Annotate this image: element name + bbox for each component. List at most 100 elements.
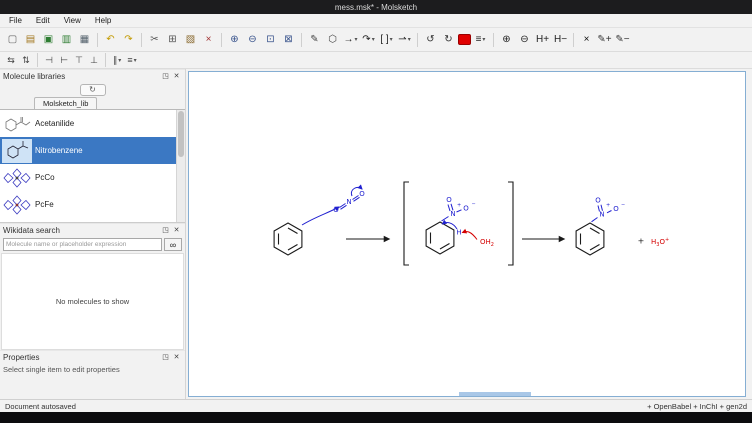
dropdown-caret-icon[interactable]: ▾ <box>372 36 375 43</box>
undo-icon[interactable]: ↶ <box>102 31 119 48</box>
menu-edit[interactable]: Edit <box>29 14 57 27</box>
float-panel-button[interactable]: ◳ <box>160 225 171 236</box>
curved-attack-arrow[interactable] <box>302 207 339 225</box>
align-top-icon[interactable]: ⊤ <box>72 54 86 67</box>
remove-hydrogen-icon[interactable]: H− <box>552 31 569 48</box>
trash-icon[interactable]: × <box>200 31 217 48</box>
menu-help[interactable]: Help <box>88 14 118 27</box>
dropdown-caret-icon[interactable]: ▾ <box>390 36 393 43</box>
curved-deprotonation-arrow <box>463 232 478 240</box>
zoom-reset-icon[interactable]: ⊠ <box>280 31 297 48</box>
atom-label-n: N <box>599 211 604 219</box>
library-item-label: Acetanilide <box>35 119 74 128</box>
redo-icon[interactable]: ↷ <box>120 31 137 48</box>
dropdown-caret-icon[interactable]: ▾ <box>354 36 357 43</box>
nitronium-ion[interactable]: O N O <box>333 187 365 214</box>
library-list-scrollbar[interactable] <box>176 110 185 222</box>
reaction-arrow-tool-icon[interactable]: →▾ <box>342 31 359 48</box>
zoom-fit-icon[interactable]: ⊡ <box>262 31 279 48</box>
align-left-icon[interactable]: ⊣ <box>42 54 56 67</box>
charge-plus-icon[interactable]: ⊕ <box>498 31 515 48</box>
align-right-icon[interactable]: ⊢ <box>57 54 71 67</box>
distribute-vertical-icon[interactable]: ≡▾ <box>125 54 139 67</box>
wikidata-search-input[interactable] <box>3 238 162 251</box>
copy-icon[interactable]: ⊞ <box>164 31 181 48</box>
benzene-molecule[interactable] <box>274 223 302 255</box>
refresh-libraries-button[interactable]: ↻ <box>80 84 106 96</box>
atom-label-n: N <box>450 210 455 218</box>
arenium-intermediate[interactable]: N + O O − H <box>426 196 476 254</box>
close-panel-button[interactable]: ✕ <box>171 352 182 363</box>
curved-arrow-tool-icon[interactable]: ↷▾ <box>360 31 377 48</box>
print-icon[interactable]: ▦ <box>76 31 93 48</box>
flip-vertical-icon[interactable]: ⇅ <box>19 54 33 67</box>
color-picker-swatch[interactable] <box>458 34 471 45</box>
menu-file[interactable]: File <box>2 14 29 27</box>
canvas-area: O N O <box>186 69 752 399</box>
open-file-icon[interactable]: ▤ <box>22 31 39 48</box>
add-hydrogen-icon[interactable]: H+ <box>534 31 551 48</box>
rotate-cw-icon[interactable]: ↻ <box>440 31 457 48</box>
horizontal-scrollbar-thumb[interactable] <box>459 392 531 396</box>
left-bracket[interactable] <box>404 182 409 265</box>
close-panel-button[interactable]: ✕ <box>171 71 182 82</box>
flip-horizontal-icon[interactable]: ⇆ <box>4 54 18 67</box>
dropdown-caret-icon[interactable]: ▾ <box>118 57 121 64</box>
hydronium-label: H3O+ <box>651 237 669 248</box>
zoom-in-icon[interactable]: ⊕ <box>226 31 243 48</box>
toolbar-separator <box>97 33 98 47</box>
bracket-tool-icon[interactable]: [ ]▾ <box>378 31 395 48</box>
toolbar-separator <box>37 53 38 67</box>
increase-charge-icon[interactable]: ✎+ <box>596 31 613 48</box>
dropdown-caret-icon[interactable]: ▾ <box>408 36 411 43</box>
library-item-acetanilide[interactable]: Acetanilide <box>0 110 185 137</box>
oh2-label: OH2 <box>480 238 494 248</box>
tab-molsketch-lib[interactable]: Molsketch_lib <box>34 97 97 109</box>
window-titlebar[interactable]: mess.msk* - Molsketch <box>0 0 752 14</box>
main-toolbar: ▢▤▣▥▦↶↷✂⊞▧×⊕⊖⊡⊠✎⬡→▾↷▾[ ]▾⇀▾↺↻≡▾⊕⊖H+H−×✎+… <box>0 28 752 52</box>
save-as-icon[interactable]: ▥ <box>58 31 75 48</box>
library-item-pcco[interactable]: PcCo <box>0 164 185 191</box>
dropdown-caret-icon[interactable]: ▾ <box>134 57 137 64</box>
toolbar-separator <box>493 33 494 47</box>
window-title: mess.msk* - Molsketch <box>335 3 417 12</box>
cut-icon[interactable]: ✂ <box>146 31 163 48</box>
toolbar-separator <box>105 53 106 67</box>
line-width-icon[interactable]: ≡▾ <box>472 31 489 48</box>
rotate-ccw-icon[interactable]: ↺ <box>422 31 439 48</box>
library-item-pcfe[interactable]: PcFe <box>0 191 185 218</box>
charge-plus-label: + <box>457 203 461 209</box>
drawing-canvas[interactable]: O N O <box>188 71 746 397</box>
dock-title-wikidata: Wikidata search <box>3 226 160 235</box>
save-icon[interactable]: ▣ <box>40 31 57 48</box>
water-nucleophile[interactable]: OH2 <box>463 232 494 248</box>
mechanism-arrow-tool-icon[interactable]: ⇀▾ <box>396 31 413 48</box>
distribute-horizontal-icon[interactable]: ∥▾ <box>110 54 124 67</box>
paste-icon[interactable]: ▧ <box>182 31 199 48</box>
nitrobenzene-product[interactable]: N + O O − <box>576 197 625 256</box>
hydronium-product[interactable]: H3O+ <box>651 237 669 248</box>
scrollbar-thumb[interactable] <box>178 111 184 157</box>
float-panel-button[interactable]: ◳ <box>160 352 171 363</box>
close-panel-button[interactable]: ✕ <box>171 225 182 236</box>
draw-tool-icon[interactable]: ✎ <box>306 31 323 48</box>
decrease-charge-icon[interactable]: ✎− <box>614 31 631 48</box>
dropdown-caret-icon[interactable]: ▾ <box>482 36 485 43</box>
dock-title-libraries: Molecule libraries <box>3 72 160 81</box>
molecule-thumbnail <box>2 112 32 136</box>
charge-minus-icon[interactable]: ⊖ <box>516 31 533 48</box>
search-button[interactable]: ∞ <box>164 238 182 251</box>
zoom-out-icon[interactable]: ⊖ <box>244 31 261 48</box>
align-bottom-icon[interactable]: ⊥ <box>87 54 101 67</box>
library-item-nitrobenzene[interactable]: Nitrobenzene <box>0 137 185 164</box>
charge-plus-label: + <box>606 203 610 209</box>
ring-tool-icon[interactable]: ⬡ <box>324 31 341 48</box>
properties-empty-area <box>0 376 185 399</box>
toolbar-separator <box>141 33 142 47</box>
right-bracket[interactable] <box>508 182 513 265</box>
menu-view[interactable]: View <box>57 14 88 27</box>
new-document-icon[interactable]: ▢ <box>4 31 21 48</box>
empty-results-text: No molecules to show <box>56 297 129 306</box>
float-panel-button[interactable]: ◳ <box>160 71 171 82</box>
delete-tool-icon[interactable]: × <box>578 31 595 48</box>
